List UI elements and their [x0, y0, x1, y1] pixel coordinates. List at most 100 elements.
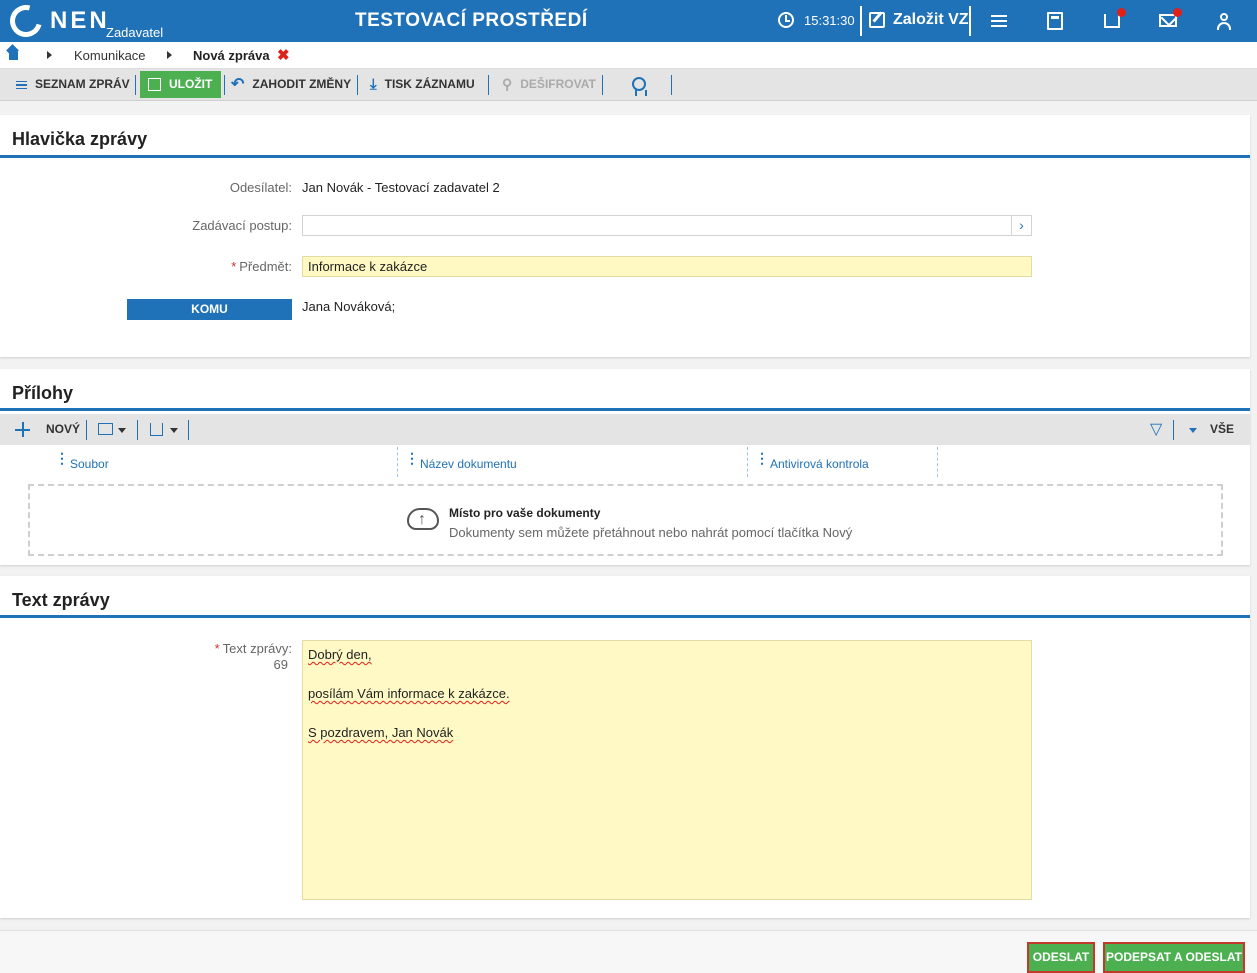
toolbar: SEZNAM ZPRÁV ULOŽIT ↶ ZAHODIT ZMĚNY ⤓ TISK… [0, 69, 1257, 101]
message-line: S pozdravem, Jan Novák [308, 724, 1026, 742]
panel-divider [0, 615, 1250, 618]
user-icon[interactable] [1217, 12, 1231, 30]
plus-icon[interactable] [15, 422, 30, 437]
toolbar-divider [86, 420, 87, 440]
header-divider [969, 6, 971, 36]
message-list-button[interactable]: SEZNAM ZPRÁV [16, 69, 130, 100]
sender-label: Odesílatel: [229, 180, 292, 195]
logo-subtitle: Zadavatel [106, 25, 164, 40]
message-list-label: SEZNAM ZPRÁV [35, 77, 130, 91]
top-bar: NEN Zadavatel TESTOVACÍ PROSTŘEDÍ 15:31:… [0, 0, 1257, 43]
column-divider [937, 447, 938, 477]
attachments-panel: Přílohy NOVÝ VŠE ⋮ Soubor ⋮ Název dokume… [0, 369, 1250, 565]
sender-value: Jan Novák - Testovací zadavatel 2 [302, 180, 500, 195]
message-text-panel: Text zprávy * Text zprávy: 69 Dobrý den, … [0, 576, 1250, 918]
toolbar-divider [602, 75, 603, 95]
column-header-document-name[interactable]: Název dokumentu [420, 457, 517, 471]
required-marker: * [231, 259, 237, 274]
toolbar-divider [135, 75, 136, 95]
to-button[interactable]: KOMU [127, 299, 292, 320]
column-menu-icon[interactable]: ⋮ [55, 451, 69, 465]
environment-title: TESTOVACÍ PROSTŘEDÍ [355, 10, 588, 31]
decrypt-button[interactable]: ⚲ DEŠIFROVAT [502, 69, 596, 100]
send-button[interactable]: ODESLAT [1027, 942, 1095, 973]
new-attachment-button[interactable]: NOVÝ [46, 414, 80, 445]
toolbar-divider [224, 75, 225, 95]
breadcrumb-item-communication[interactable]: Komunikace [74, 48, 146, 63]
print-record-button[interactable]: ⤓ TISK ZÁZNAMU [370, 69, 475, 100]
attachments-toolbar: NOVÝ VŠE [0, 414, 1250, 445]
column-header-file[interactable]: Soubor [70, 457, 109, 471]
print-icon[interactable] [98, 423, 113, 435]
footer: ODESLAT PODEPSAT A ODESLAT [0, 930, 1257, 973]
column-divider [397, 447, 398, 477]
undo-icon: ↶ [231, 76, 245, 94]
dropzone-title: Místo pro vaše dokumenty [449, 506, 601, 520]
close-icon[interactable]: ✖ [277, 46, 290, 64]
procedure-field[interactable]: › [302, 215, 1032, 236]
panel-title: Hlavička zprávy [12, 129, 148, 149]
nen-logo-icon[interactable] [4, 0, 48, 43]
print-label: TISK ZÁZNAMU [384, 77, 475, 91]
menu-icon[interactable] [991, 12, 1013, 34]
cloud-upload-icon [407, 508, 439, 530]
column-divider [747, 447, 748, 477]
toolbar-divider [671, 75, 672, 95]
panel-title: Text zprávy [12, 590, 110, 610]
header-divider [860, 6, 862, 36]
breadcrumb-arrow-icon [47, 51, 52, 59]
subject-field[interactable]: Informace k zakázce [302, 256, 1032, 277]
chevron-right-icon[interactable]: › [1011, 216, 1031, 235]
create-contract-button[interactable]: Založit VZ [893, 11, 969, 29]
chevron-down-icon[interactable] [118, 428, 126, 433]
sign-and-send-button[interactable]: PODEPSAT A ODESLAT [1103, 942, 1245, 973]
toolbar-divider [1173, 420, 1174, 440]
message-text-label-text: Text zprávy: [222, 641, 292, 656]
filter-icon[interactable] [1150, 419, 1165, 439]
download-icon: ⤓ [370, 76, 377, 94]
calculator-icon[interactable] [1047, 12, 1063, 30]
breadcrumb-arrow-icon [167, 51, 172, 59]
panel-divider [0, 155, 1250, 158]
dropzone-subtitle: Dokumenty sem můžete přetáhnout nebo nah… [449, 525, 853, 540]
panel-divider [0, 408, 1250, 411]
message-line-text: S pozdravem, Jan Novák [308, 725, 454, 740]
column-header-antivirus[interactable]: Antivirová kontrola [770, 457, 869, 471]
character-count: 69 [273, 657, 288, 672]
message-header-panel: Hlavička zprávy Odesílatel: Jan Novák - … [0, 115, 1250, 357]
message-line-text: Dobrý den, [308, 647, 372, 662]
breadcrumb: Komunikace Nová zpráva ✖ [0, 42, 1257, 69]
save-button[interactable]: ULOŽIT [140, 71, 222, 98]
breadcrumb-item-new-message: Nová zpráva [193, 48, 270, 63]
certificate-icon[interactable] [632, 77, 647, 96]
save-label: ULOŽIT [169, 77, 213, 91]
inbox-icon[interactable] [1104, 14, 1120, 28]
toolbar-divider [137, 420, 138, 440]
panel-title: Přílohy [12, 383, 74, 403]
toolbar-divider [357, 75, 358, 95]
message-textarea[interactable]: Dobrý den, posílám Vám informace k zakáz… [302, 640, 1032, 900]
required-marker: * [214, 641, 220, 656]
logo-text[interactable]: NEN [50, 7, 110, 35]
message-text-label: * Text zprávy: [150, 641, 292, 656]
toolbar-divider [488, 75, 489, 95]
export-icon[interactable] [150, 423, 163, 436]
save-icon [148, 78, 161, 92]
subject-label: * Předmět: [150, 259, 292, 274]
file-dropzone[interactable]: Místo pro vaše dokumenty Dokumenty sem m… [28, 484, 1223, 556]
decrypt-label: DEŠIFROVAT [520, 77, 596, 91]
home-icon[interactable] [7, 49, 20, 61]
message-line: Dobrý den, [308, 646, 1026, 664]
discard-changes-button[interactable]: ↶ ZAHODIT ZMĚNY [231, 69, 351, 100]
notification-badge [1117, 8, 1126, 17]
lock-icon: ⚲ [502, 76, 513, 93]
message-line: posílám Vám informace k zakázce. [308, 685, 1026, 703]
procedure-label: Zadávací postup: [192, 218, 292, 233]
column-menu-icon[interactable]: ⋮ [755, 451, 769, 465]
chevron-down-icon[interactable] [1189, 428, 1197, 433]
edit-icon[interactable] [869, 12, 885, 28]
chevron-down-icon[interactable] [170, 428, 178, 433]
view-all-button[interactable]: VŠE [1210, 414, 1234, 445]
column-menu-icon[interactable]: ⋮ [405, 451, 419, 465]
list-icon [16, 79, 27, 92]
